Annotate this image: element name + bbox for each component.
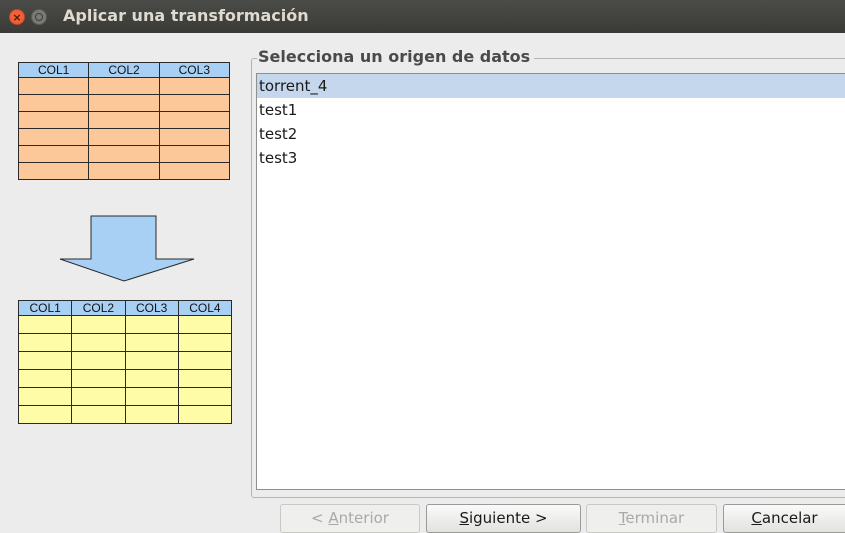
next-button[interactable]: Siguiente > — [426, 504, 581, 533]
previous-button-mnemonic: A — [328, 509, 339, 527]
source-header-cell: COL3 — [158, 62, 231, 78]
data-source-legend: Selecciona un origen de datos — [257, 46, 535, 68]
target-row — [17, 387, 233, 406]
source-row — [17, 111, 231, 129]
cancel-button-label: ancelar — [761, 509, 818, 527]
close-window-icon[interactable]: × — [9, 9, 25, 25]
list-item[interactable]: test3 — [257, 146, 845, 170]
previous-button[interactable]: < Anterior — [280, 504, 420, 533]
next-button-label: iguiente > — [468, 509, 548, 527]
target-header-cell: COL2 — [71, 300, 126, 316]
target-header-cell: COL1 — [17, 300, 73, 316]
cancel-button-mnemonic: C — [751, 509, 762, 527]
list-item[interactable]: test1 — [257, 98, 845, 122]
down-arrow-icon — [59, 215, 195, 282]
minimize-window-icon[interactable] — [31, 9, 47, 25]
source-table-illustration: COL1 COL2 COL3 — [17, 62, 231, 180]
target-row — [17, 405, 233, 424]
window-titlebar: × Aplicar una transformación — [0, 0, 845, 33]
list-item[interactable]: torrent_4 — [257, 74, 845, 98]
target-row — [17, 315, 233, 334]
finish-button-label: erminar — [625, 509, 685, 527]
target-row — [17, 333, 233, 352]
target-header-cell: COL4 — [177, 300, 233, 316]
finish-button[interactable]: Terminar — [586, 504, 717, 533]
window-title: Aplicar una transformación — [63, 6, 309, 25]
target-row — [17, 351, 233, 370]
data-source-list[interactable]: torrent_4 test1 test2 test3 — [256, 73, 845, 490]
previous-button-label: nterior — [338, 509, 389, 527]
next-button-mnemonic: S — [459, 509, 469, 527]
previous-button-prefix: < — [311, 509, 329, 527]
source-row — [17, 128, 231, 146]
target-table-illustration: COL1 COL2 COL3 COL4 — [17, 300, 233, 424]
list-item[interactable]: test2 — [257, 122, 845, 146]
target-header-cell: COL3 — [124, 300, 179, 316]
source-row — [17, 94, 231, 112]
target-row — [17, 369, 233, 388]
cancel-button[interactable]: Cancelar — [723, 504, 845, 533]
source-row — [17, 145, 231, 163]
source-header-cell: COL1 — [17, 62, 90, 78]
source-row — [17, 77, 231, 95]
source-header-cell: COL2 — [88, 62, 160, 78]
source-row — [17, 162, 231, 180]
transformation-illustration: COL1 COL2 COL3 COL1 COL2 COL3 COL4 — [0, 33, 245, 493]
